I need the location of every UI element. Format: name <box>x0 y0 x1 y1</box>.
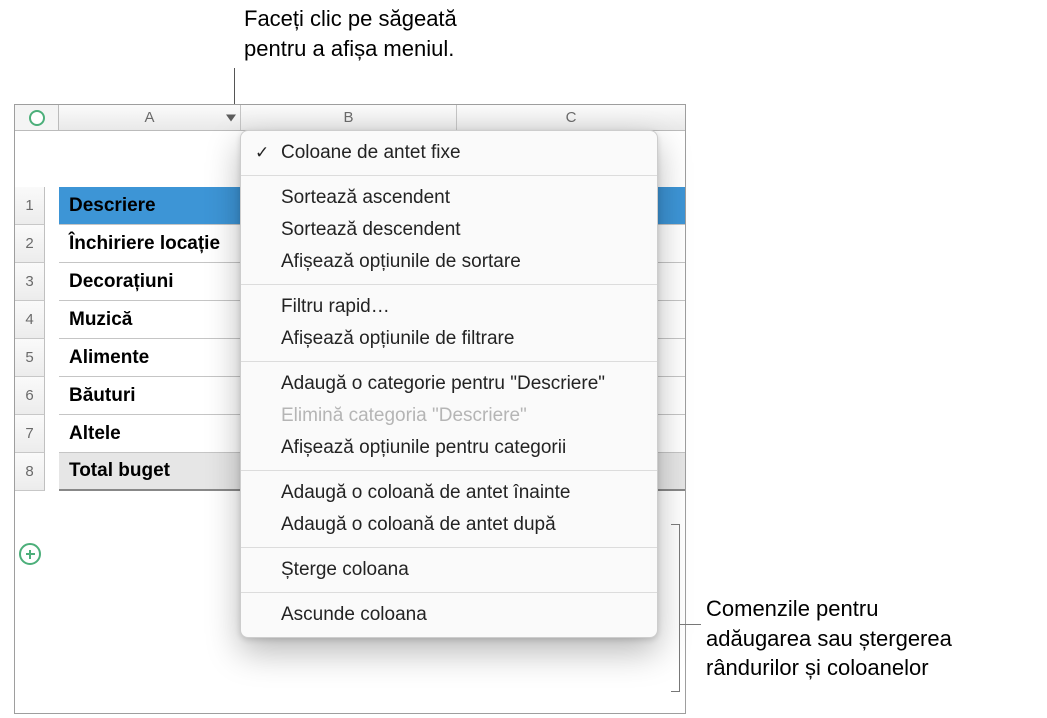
column-context-menu: ✓ Coloane de antet fixe Sortează ascende… <box>240 130 658 638</box>
cell-a7: Altele <box>59 423 121 445</box>
cell-a4: Muzică <box>59 309 132 331</box>
column-header-c[interactable]: C <box>457 105 685 130</box>
menu-separator <box>241 175 657 176</box>
cell-a6: Băuturi <box>59 385 136 407</box>
callout-text-line: Faceți clic pe săgeată <box>244 4 457 34</box>
callout-leader-line <box>671 691 679 692</box>
column-header-row: A B C <box>59 105 685 131</box>
menu-sort-ascending[interactable]: Sortează ascendent <box>241 182 657 214</box>
callout-text-line: rândurilor și coloanelor <box>706 653 952 683</box>
callout-text-line: adăugarea sau ștergerea <box>706 624 952 654</box>
menu-add-header-column-after[interactable]: Adaugă o coloană de antet după <box>241 509 657 541</box>
menu-hide-column[interactable]: Ascunde coloana <box>241 599 657 631</box>
menu-separator <box>241 470 657 471</box>
table-handle-icon <box>29 110 45 126</box>
row-header-column: 1 2 3 4 5 6 7 8 <box>15 187 45 491</box>
menu-show-category-options[interactable]: Afișează opțiunile pentru categorii <box>241 432 657 464</box>
check-icon: ✓ <box>255 143 269 163</box>
column-header-a[interactable]: A <box>59 105 241 130</box>
menu-separator <box>241 361 657 362</box>
column-label: B <box>343 109 353 126</box>
row-header-7[interactable]: 7 <box>15 415 45 453</box>
row-header-5[interactable]: 5 <box>15 339 45 377</box>
callout-leader-line <box>679 524 680 692</box>
column-label: A <box>144 109 154 126</box>
menu-delete-column[interactable]: Șterge coloana <box>241 554 657 586</box>
cell-footer-a: Total buget <box>59 460 170 482</box>
menu-add-header-column-before[interactable]: Adaugă o coloană de antet înainte <box>241 477 657 509</box>
cell-header-a: Descriere <box>59 195 156 217</box>
row-header-3[interactable]: 3 <box>15 263 45 301</box>
cell-a5: Alimente <box>59 347 149 369</box>
menu-separator <box>241 547 657 548</box>
menu-separator <box>241 592 657 593</box>
callout-row-column-commands: Comenzile pentru adăugarea sau ștergerea… <box>706 594 952 683</box>
callout-click-arrow: Faceți clic pe săgeată pentru a afișa me… <box>244 4 457 63</box>
row-header-6[interactable]: 6 <box>15 377 45 415</box>
menu-sort-descending[interactable]: Sortează descendent <box>241 214 657 246</box>
callout-text-line: pentru a afișa meniul. <box>244 34 457 64</box>
menu-show-sort-options[interactable]: Afișează opțiunile de sortare <box>241 246 657 278</box>
row-header-1[interactable]: 1 <box>15 187 45 225</box>
row-header-4[interactable]: 4 <box>15 301 45 339</box>
column-label: C <box>566 109 577 126</box>
chevron-down-icon[interactable] <box>226 114 236 121</box>
add-row-handle[interactable] <box>19 543 41 565</box>
row-header-8[interactable]: 8 <box>15 453 45 491</box>
row-header-2[interactable]: 2 <box>15 225 45 263</box>
menu-freeze-header-columns[interactable]: ✓ Coloane de antet fixe <box>241 137 657 169</box>
menu-remove-category: Elimină categoria "Descriere" <box>241 400 657 432</box>
callout-leader-line <box>679 624 701 625</box>
select-all-corner[interactable] <box>15 105 59 131</box>
menu-show-filter-options[interactable]: Afișează opțiunile de filtrare <box>241 323 657 355</box>
menu-quick-filter[interactable]: Filtru rapid… <box>241 291 657 323</box>
menu-separator <box>241 284 657 285</box>
cell-a3: Decorațiuni <box>59 271 174 293</box>
menu-add-category[interactable]: Adaugă o categorie pentru "Descriere" <box>241 368 657 400</box>
callout-text-line: Comenzile pentru <box>706 594 952 624</box>
callout-leader-line <box>671 524 679 525</box>
cell-a2: Închiriere locație <box>59 233 220 255</box>
column-header-b[interactable]: B <box>241 105 457 130</box>
